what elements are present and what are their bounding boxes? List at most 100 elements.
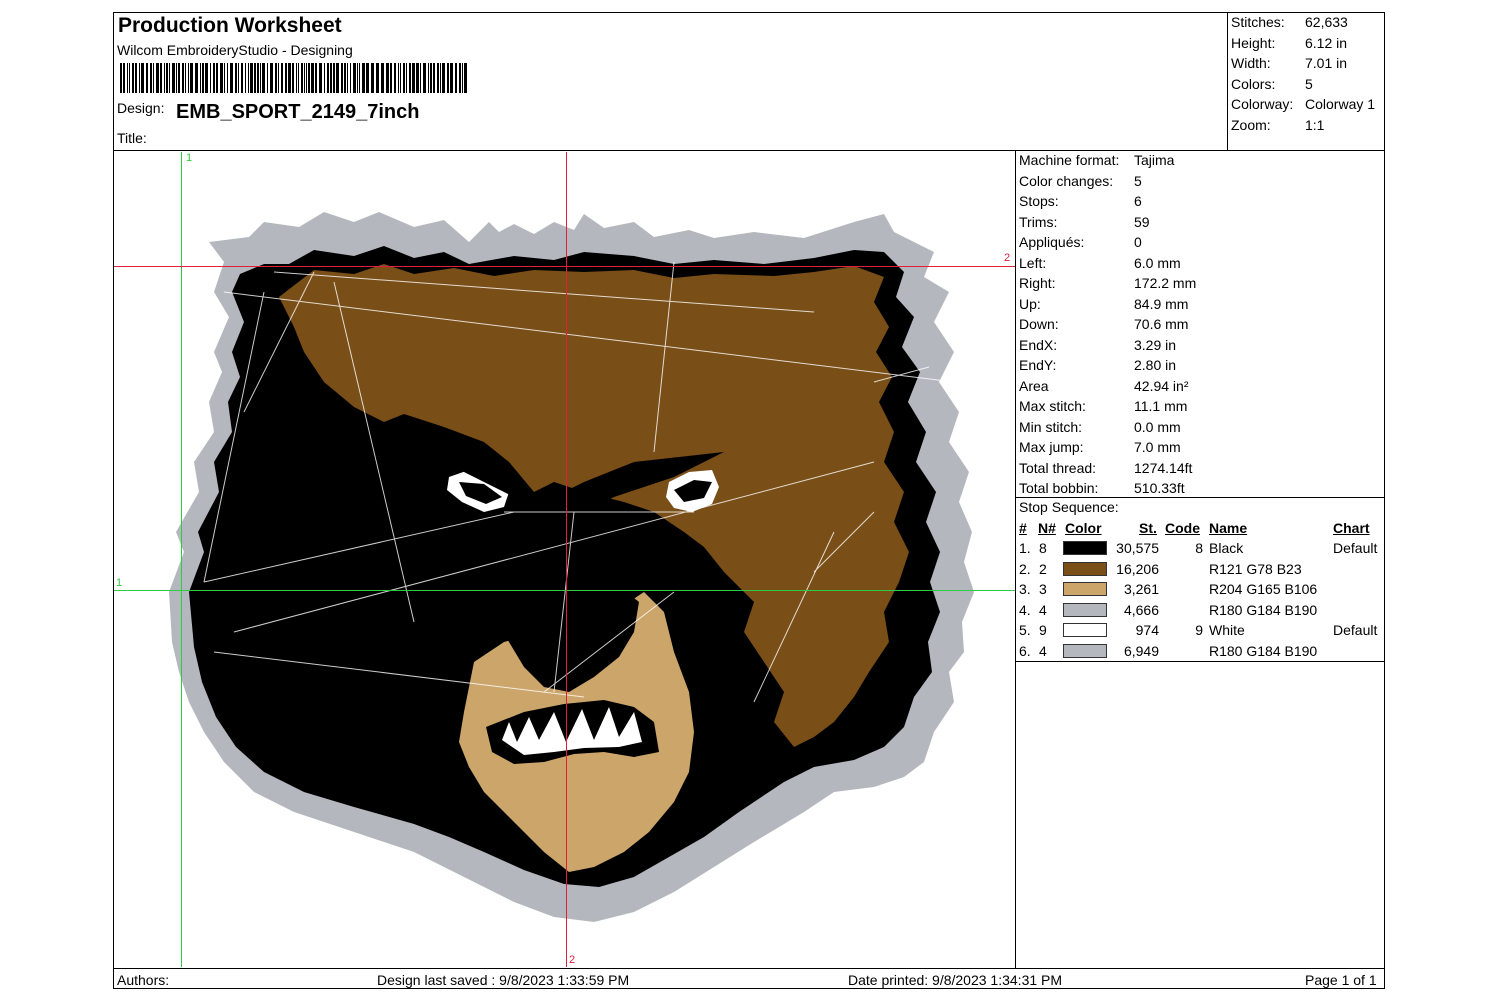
col-code: Code [1165,520,1200,536]
stat-value: 0.0 mm [1134,419,1181,435]
divider [1015,661,1385,662]
row-chart: Default [1333,540,1378,556]
divider [1015,150,1016,968]
guide-label: 1 [186,152,193,164]
guide-label: 2 [1004,252,1011,264]
last-saved: Design last saved : 9/8/2023 1:33:59 PM [377,972,630,988]
guide-line-green-horizontal [114,590,1015,591]
bear-embroidery-image [169,212,974,922]
guide-label: 1 [116,577,123,589]
authors-label: Authors: [117,972,170,988]
stat-label: Machine format: [1019,152,1120,168]
stat-label: Trims: [1019,214,1058,230]
divider [113,150,1385,151]
stat-value: 510.33ft [1134,480,1185,496]
color-swatch [1063,541,1107,555]
guide-line-green-vertical [181,152,182,967]
color-swatch [1063,603,1107,617]
barcode [120,63,467,93]
row-name: Black [1209,540,1244,556]
row-needle: 8 [1039,540,1047,556]
col-st: St. [1139,520,1157,536]
design-name: EMB_SPORT_2149_7inch [176,101,420,123]
zoom-value: 1:1 [1305,117,1325,133]
design-preview: 1 1 2 2 [114,152,1015,967]
stat-label: EndY: [1019,357,1057,373]
row-index: 5. [1019,622,1031,638]
row-index: 6. [1019,643,1031,659]
width-value: 7.01 in [1305,55,1348,71]
stat-value: 7.0 mm [1134,439,1181,455]
stat-value: 1274.14ft [1134,460,1193,476]
col-idx: # [1019,520,1027,536]
color-swatch [1063,644,1107,658]
stat-label: Total thread: [1019,460,1097,476]
col-color: Color [1065,520,1102,536]
colors-label: Colors: [1231,76,1276,92]
col-name: Name [1209,520,1248,536]
row-stitches: 6,949 [1123,643,1159,659]
stat-value: 0 [1134,234,1142,250]
row-needle: 2 [1039,561,1047,577]
guide-line-red-vertical [566,152,567,967]
stat-label: Left: [1019,255,1047,271]
divider [113,968,1385,969]
row-name: R204 G165 B106 [1209,581,1318,597]
colors-value: 5 [1305,76,1313,92]
row-stitches: 3,261 [1123,581,1159,597]
row-needle: 4 [1039,643,1047,659]
row-needle: 9 [1039,622,1047,638]
zoom-label: Zoom: [1231,117,1271,133]
design-label: Design: [117,100,165,116]
row-name: R180 G184 B190 [1209,602,1318,618]
row-needle: 3 [1039,581,1047,597]
stat-label: Appliqués: [1019,234,1085,250]
row-name: White [1209,622,1245,638]
stat-label: EndX: [1019,337,1058,353]
row-stitches: 16,206 [1116,561,1159,577]
divider [1227,12,1228,151]
col-needle: N# [1038,520,1056,536]
colorway-label: Colorway: [1231,96,1294,112]
row-code: 9 [1195,622,1203,638]
row-stitches: 4,666 [1123,602,1159,618]
stat-label: Total bobbin: [1019,480,1099,496]
stat-value: 59 [1134,214,1150,230]
stat-value: 6 [1134,193,1142,209]
row-index: 3. [1019,581,1031,597]
stat-label: Area [1019,378,1049,394]
row-index: 1. [1019,540,1031,556]
height-label: Height: [1231,35,1276,51]
guide-label: 2 [569,954,576,966]
row-name: R180 G184 B190 [1209,643,1318,659]
stat-label: Up: [1019,296,1041,312]
stat-label: Max jump: [1019,439,1084,455]
stat-label: Color changes: [1019,173,1114,189]
title-label: Title: [117,130,147,146]
stat-label: Right: [1019,275,1056,291]
row-stitches: 974 [1135,622,1159,638]
colorway-value: Colorway 1 [1305,96,1376,112]
stat-value: 84.9 mm [1134,296,1189,312]
stat-value: 2.80 in [1134,357,1177,373]
date-printed: Date printed: 9/8/2023 1:34:31 PM [848,972,1063,988]
stat-label: Down: [1019,316,1059,332]
stop-sequence-label: Stop Sequence: [1019,499,1119,515]
color-swatch [1063,582,1107,596]
stat-value: 172.2 mm [1134,275,1197,291]
page-number: Page 1 of 1 [1305,972,1377,988]
row-index: 2. [1019,561,1031,577]
color-swatch [1063,562,1107,576]
guide-line-red-horizontal [114,266,1015,267]
color-swatch [1063,623,1107,637]
stat-value: 42.94 in² [1134,378,1189,394]
width-label: Width: [1231,55,1271,71]
stat-value: 11.1 mm [1134,398,1188,414]
stat-value: 3.29 in [1134,337,1177,353]
row-chart: Default [1333,622,1378,638]
stat-label: Stops: [1019,193,1059,209]
stitches-label: Stitches: [1231,14,1285,30]
height-value: 6.12 in [1305,35,1348,51]
row-name: R121 G78 B23 [1209,561,1302,577]
stat-value: 5 [1134,173,1142,189]
